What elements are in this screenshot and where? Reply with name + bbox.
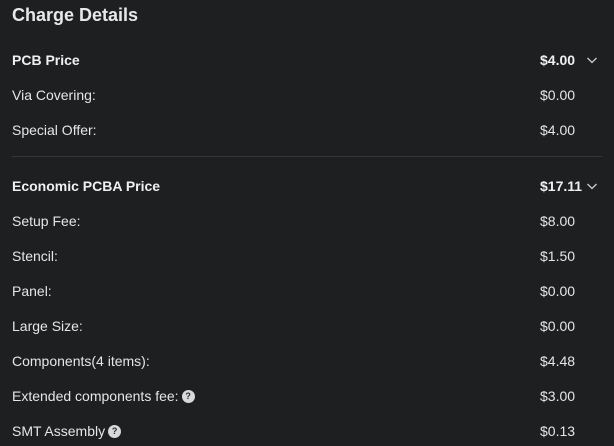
pcba-price-value: $17.11 [540, 178, 583, 194]
extended-components-fee-row: Extended components fee: ? $3.00 [12, 385, 602, 407]
question-icon[interactable]: ? [181, 389, 195, 403]
pcb-price-row[interactable]: PCB Price $4.00 [12, 49, 602, 71]
extended-components-fee-label-wrap: Extended components fee: ? [12, 388, 195, 404]
page-title: Charge Details [12, 5, 139, 25]
via-covering-value: $0.00 [540, 87, 576, 103]
special-offer-label: Special Offer: [12, 122, 97, 138]
panel-row: Panel: $0.00 [12, 280, 602, 302]
pcb-price-label: PCB Price [12, 52, 80, 68]
components-label: Components(4 items): [12, 353, 150, 369]
via-covering-label: Via Covering: [12, 87, 96, 103]
special-offer-value: $4.00 [540, 122, 576, 138]
pcb-price-value: $4.00 [540, 52, 576, 68]
smt-assembly-label-wrap: SMT Assembly ? [12, 423, 122, 439]
section-divider [12, 156, 602, 157]
extended-components-fee-label: Extended components fee: [12, 388, 179, 404]
special-offer-row: Special Offer: $4.00 [12, 119, 602, 141]
components-row: Components(4 items): $4.48 [12, 350, 602, 372]
panel-label: Panel: [12, 283, 52, 299]
large-size-row: Large Size: $0.00 [12, 315, 602, 337]
chevron-down-icon[interactable] [586, 54, 598, 66]
pcba-price-label: Economic PCBA Price [12, 178, 161, 194]
extended-components-fee-value: $3.00 [540, 388, 576, 404]
question-icon[interactable]: ? [108, 424, 122, 438]
large-size-value: $0.00 [540, 318, 576, 334]
setup-fee-label: Setup Fee: [12, 213, 81, 229]
setup-fee-row: Setup Fee: $8.00 [12, 210, 602, 232]
large-size-label: Large Size: [12, 318, 83, 334]
setup-fee-value: $8.00 [540, 213, 576, 229]
chevron-down-icon[interactable] [586, 180, 598, 192]
stencil-label: Stencil: [12, 248, 58, 264]
smt-assembly-label: SMT Assembly [12, 423, 106, 439]
via-covering-row: Via Covering: $0.00 [12, 84, 602, 106]
pcba-price-row[interactable]: Economic PCBA Price $17.11 [12, 175, 602, 197]
stencil-value: $1.50 [540, 248, 576, 264]
panel-value: $0.00 [540, 283, 576, 299]
components-value: $4.48 [540, 353, 576, 369]
smt-assembly-value: $0.13 [540, 423, 576, 439]
smt-assembly-row: SMT Assembly ? $0.13 [12, 420, 602, 442]
stencil-row: Stencil: $1.50 [12, 245, 602, 267]
